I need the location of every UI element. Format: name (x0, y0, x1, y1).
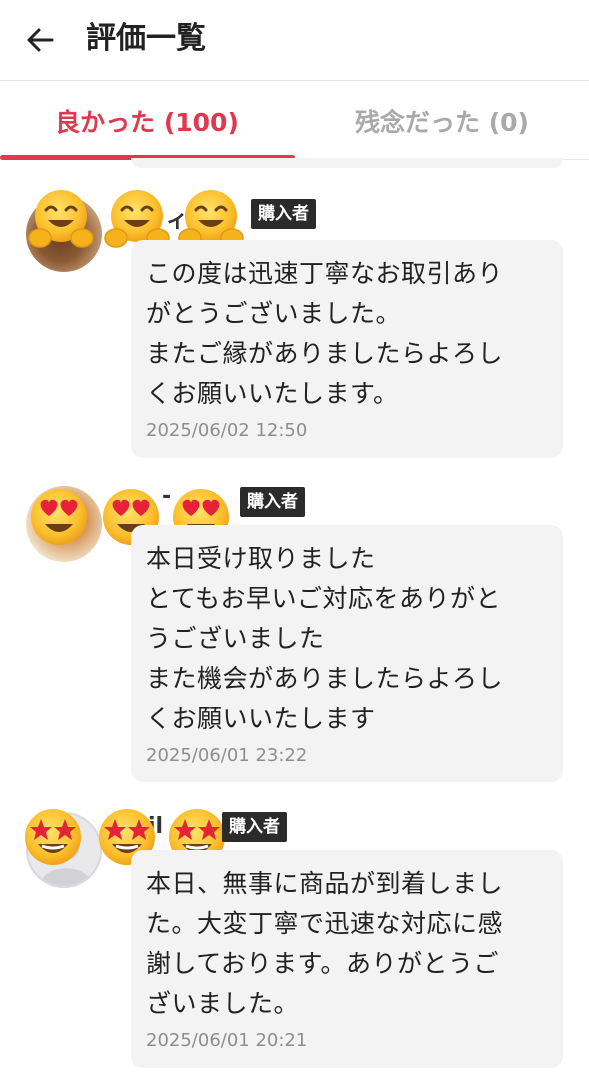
review-datetime: 2025/06/01 23:22 (146, 745, 308, 766)
tab-bad[interactable]: 残念だった (0) (295, 82, 589, 160)
heart-eyes-emoji (31, 489, 87, 545)
page-title: 評価一覧 (86, 21, 206, 56)
back-button[interactable] (14, 14, 66, 66)
buyer-badge: 購入者 (222, 812, 287, 842)
buyer-badge: 購入者 (251, 199, 316, 229)
review-bubble: 本日、無事に商品が到着しまし た。大変丁寧で迅速な対応に感 謝しております。あり… (131, 850, 563, 1068)
hugging-face-emoji (28, 190, 94, 248)
arrow-left-icon (27, 28, 54, 52)
review-comment: 本日、無事に商品が到着しまし た。大変丁寧で迅速な対応に感 謝しております。あり… (146, 869, 504, 1018)
review-bubble: この度は迅速丁寧なお取引あり がとうございました。 またご縁がありましたらよろし… (131, 240, 563, 458)
app-header: 評価一覧 (0, 0, 589, 81)
review-bubble: 本日受け取りました とてもお早いご対応をありがと うございました また機会があり… (131, 525, 563, 782)
rating-tabs: 良かった (100) 残念だった (0) (0, 82, 589, 160)
review-datetime: 2025/06/02 12:50 (146, 420, 308, 441)
buyer-badge: 購入者 (240, 487, 305, 517)
star-struck-emoji (25, 809, 81, 865)
review-comment: 本日受け取りました とてもお早いご対応をありがと うございました また機会があり… (146, 544, 504, 733)
tab-good[interactable]: 良かった (100) (0, 82, 294, 160)
review-datetime: 2025/06/01 20:21 (146, 1030, 308, 1051)
review-comment: この度は迅速丁寧なお取引あり がとうございました。 またご縁がありましたらよろし… (146, 259, 504, 408)
previous-review-bubble-edge (131, 158, 563, 168)
